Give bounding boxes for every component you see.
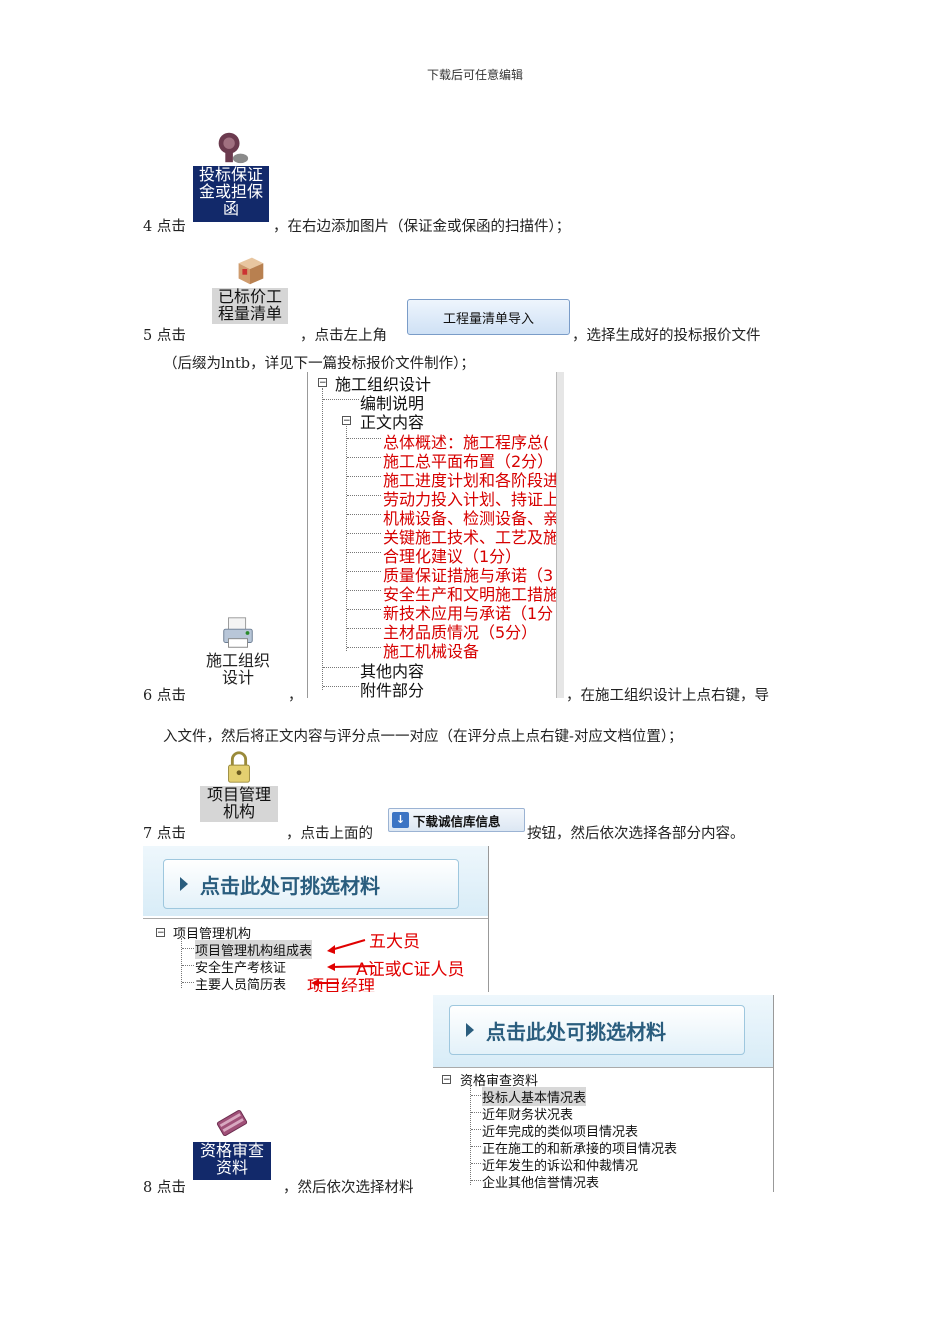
- step6-line2: 入文件，然后将正文内容与评分点一一对应（在评分点上点右键-对应文档位置）；: [163, 729, 683, 745]
- download-credit-info-label: 下载诚信库信息: [413, 813, 501, 829]
- project-mgmt-tile[interactable]: 项目管理机构: [200, 748, 278, 822]
- tree-branch: [323, 686, 359, 687]
- select-materials-banner-label: 点击此处可挑选材料: [200, 873, 380, 898]
- step4-prefix: 4 点击: [143, 219, 186, 235]
- tree-item[interactable]: 企业其他信誉情况表: [482, 1172, 599, 1191]
- step6-suffix: ，在施工组织设计上点右键，导: [566, 688, 769, 704]
- tree-branch: [182, 965, 194, 966]
- qualification-tile-label: 资格审查资料: [193, 1142, 271, 1180]
- step8-prefix: 8 点击: [143, 1180, 186, 1196]
- guarantee-tile-label: 投标保证金或担保函: [193, 166, 269, 222]
- tree-branch: [347, 533, 381, 534]
- project-mgmt-panel: 点击此处可挑选材料 − 项目管理机构 项目管理机构组成表 安全生产考核证 主要人…: [143, 846, 489, 992]
- tree-branch: [347, 552, 381, 553]
- collapse-icon[interactable]: −: [442, 1075, 451, 1085]
- project-mgmt-tile-label: 项目管理机构: [200, 786, 278, 822]
- construction-org-tile-label: 施工组织设计: [205, 651, 270, 687]
- tree-branch: [347, 476, 381, 477]
- step8-suffix: ，然后依次选择材料: [283, 1180, 414, 1196]
- printer-icon: [223, 617, 253, 648]
- guarantee-tile[interactable]: 投标保证金或担保函: [193, 128, 269, 222]
- tree-branch: [182, 948, 194, 949]
- construction-tree-panel: − 施工组织设计 编制说明 − 正文内容 总体概述：施工程序总( 施工总平面布置…: [307, 372, 564, 698]
- tree-branch: [347, 647, 381, 648]
- tree-branch: [471, 1180, 481, 1181]
- tree-branch: [182, 982, 194, 983]
- tree-branch: [347, 438, 381, 439]
- tree-branch: [347, 609, 381, 610]
- tree-branch: [323, 399, 359, 400]
- package-box-icon: [238, 257, 264, 285]
- construction-org-tile[interactable]: 施工组织设计: [200, 614, 276, 688]
- tree-guide-line: [346, 426, 347, 651]
- padlock-icon: [228, 751, 250, 783]
- play-arrow-icon: [180, 877, 188, 891]
- step7-prefix: 7 点击: [143, 826, 186, 842]
- tree-branch: [347, 571, 381, 572]
- tree-item[interactable]: 主要人员简历表: [195, 974, 286, 992]
- collapse-icon[interactable]: −: [318, 378, 327, 388]
- tree-guide-line: [181, 938, 182, 988]
- step5-middle: ，点击左上角: [300, 328, 387, 344]
- tree-guide-line: [322, 388, 323, 690]
- tree-branch: [471, 1146, 481, 1147]
- step5-prefix: 5 点击: [143, 328, 186, 344]
- boq-import-button[interactable]: 工程量清单导入: [407, 299, 570, 335]
- annotation-five-staff: 五大员: [369, 932, 420, 952]
- step6-prefix: 6 点击: [143, 688, 186, 704]
- tree-node-attachments[interactable]: 附件部分: [360, 677, 424, 698]
- qualification-panel: 点击此处可挑选材料 − 资格审查资料 投标人基本情况表 近年财务状况表 近年完成…: [433, 995, 774, 1192]
- step4-suffix: ，在右边添加图片（保证金或保函的扫描件）；: [273, 219, 571, 235]
- tree-branch: [471, 1095, 481, 1096]
- select-materials-banner[interactable]: 点击此处可挑选材料: [449, 1005, 745, 1055]
- qualification-tile[interactable]: 资格审查资料: [193, 1104, 271, 1180]
- tree-branch: [323, 667, 359, 668]
- collapse-icon[interactable]: −: [342, 416, 351, 426]
- tree-scrollbar[interactable]: [556, 372, 564, 698]
- step5-suffix: ，选择生成好的投标报价文件: [572, 328, 761, 344]
- tree-branch: [347, 590, 381, 591]
- divider: [143, 918, 488, 919]
- tree-guide-line: [470, 1085, 471, 1185]
- tree-branch: [347, 514, 381, 515]
- select-materials-banner-label: 点击此处可挑选材料: [486, 1019, 666, 1044]
- collapse-icon[interactable]: −: [156, 928, 165, 938]
- step7-suffix: 按钮，然后依次选择各部分内容。: [527, 826, 745, 842]
- book-stack-icon: [216, 1109, 248, 1137]
- annotation-project-manager: 项目经理: [307, 977, 375, 992]
- tree-branch: [347, 628, 381, 629]
- tree-branch: [347, 495, 381, 496]
- step6-comma: ，: [288, 688, 303, 704]
- tree-branch: [347, 457, 381, 458]
- select-materials-banner[interactable]: 点击此处可挑选材料: [163, 859, 459, 909]
- divider: [433, 1067, 773, 1068]
- priced-boq-tile-label: 已标价工程量清单: [212, 288, 288, 324]
- priced-boq-tile[interactable]: 已标价工程量清单: [212, 250, 288, 324]
- step5-line2: （后缀为lntb，详见下一篇投标报价文件制作）；: [163, 356, 475, 372]
- tree-branch: [471, 1112, 481, 1113]
- tree-branch: [471, 1163, 481, 1164]
- play-arrow-icon: [466, 1023, 474, 1037]
- download-credit-info-button[interactable]: ↓ 下载诚信库信息: [388, 808, 525, 832]
- seal-stamp-icon: [218, 132, 249, 164]
- step7-middle: ，点击上面的: [286, 826, 373, 842]
- page-header: 下载后可任意编辑: [426, 68, 523, 82]
- download-icon: ↓: [392, 812, 409, 828]
- tree-branch: [471, 1129, 481, 1130]
